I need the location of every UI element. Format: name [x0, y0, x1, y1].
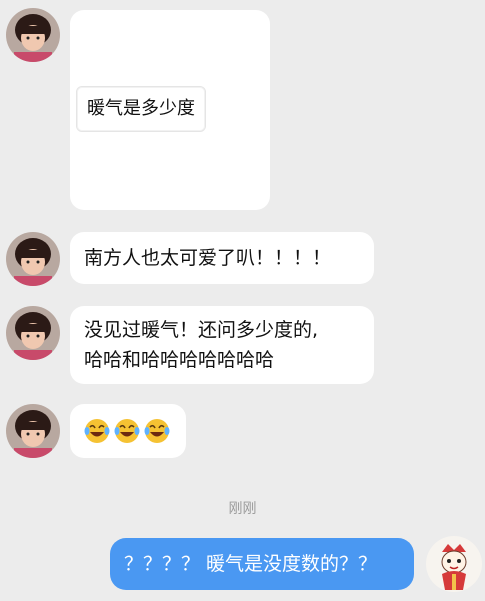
message-text-line: 哈哈和哈哈哈哈哈哈哈	[84, 349, 275, 371]
message-bubble-emoji[interactable]	[70, 404, 186, 458]
laughing-tears-emoji-icon	[114, 418, 140, 444]
laughing-tears-emoji-icon	[144, 418, 170, 444]
message-text: ？？？？ 暖气是没度数的？？	[124, 553, 378, 575]
outgoing-message-bubble[interactable]: ？？？？ 暖气是没度数的？？	[110, 538, 414, 590]
contact-avatar-image	[6, 306, 60, 360]
contact-avatar-image	[6, 232, 60, 286]
chat-window: 暖气是多少度 南方人也太可爱了叭！！！！ 没见过暖气！还问多少度的, 哈哈和哈哈…	[0, 0, 485, 601]
contact-avatar[interactable]	[6, 232, 60, 286]
contact-avatar-image	[6, 404, 60, 458]
quoted-text: 暖气是多少度	[87, 98, 195, 119]
contact-avatar[interactable]	[6, 306, 60, 360]
contact-avatar[interactable]	[6, 8, 60, 62]
message-text-line: 没见过暖气！还问多少度的,	[84, 319, 319, 341]
message-bubble[interactable]: 南方人也太可爱了叭！！！！	[70, 232, 374, 284]
contact-avatar[interactable]	[6, 404, 60, 458]
contact-avatar-image	[6, 8, 60, 62]
message-text: 南方人也太可爱了叭！！！！	[84, 247, 332, 269]
message-bubble[interactable]: 没见过暖气！还问多少度的, 哈哈和哈哈哈哈哈哈哈	[70, 306, 374, 384]
quoted-text-card[interactable]: 暖气是多少度	[76, 86, 206, 132]
laughing-tears-emoji-icon	[84, 418, 110, 444]
timestamp: 刚刚	[228, 501, 257, 517]
my-avatar[interactable]	[426, 536, 482, 592]
my-avatar-image	[426, 536, 482, 592]
